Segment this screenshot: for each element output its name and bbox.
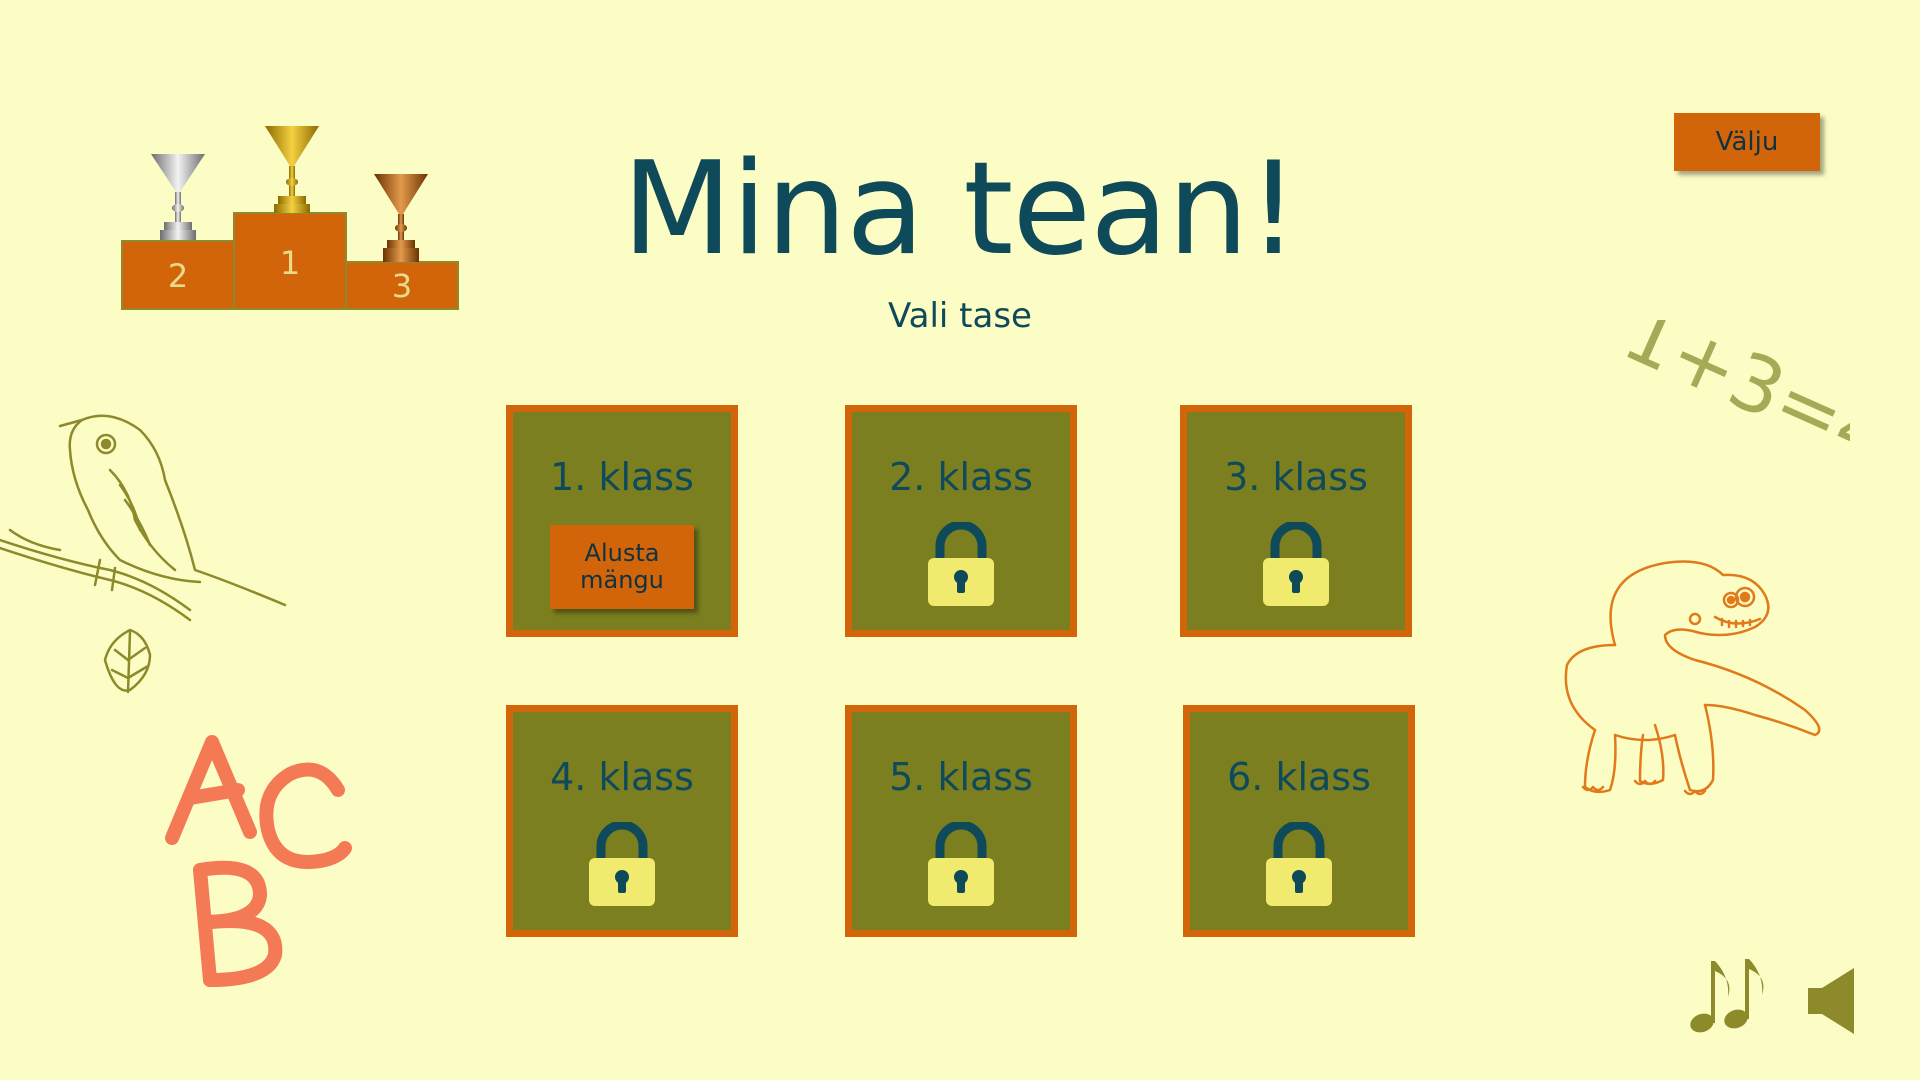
level-card-1[interactable]: 1. klass Alusta mängu — [506, 405, 738, 637]
music-note-icon[interactable] — [1688, 955, 1764, 1037]
start-game-button[interactable]: Alusta mängu — [550, 525, 694, 609]
level-card-2[interactable]: 2. klass — [845, 405, 1077, 637]
level-card-4[interactable]: 4. klass — [506, 705, 738, 937]
level-label: 4. klass — [550, 755, 694, 799]
svg-text:1+3=4: 1+3=4 — [1611, 320, 1850, 484]
lock-icon — [589, 822, 655, 906]
page-title: Mina tean! — [621, 135, 1299, 284]
bird-illustration-icon — [0, 414, 287, 694]
lock-icon — [928, 522, 994, 606]
lock-icon — [1263, 522, 1329, 606]
level-label: 2. klass — [889, 455, 1033, 499]
level-label: 6. klass — [1227, 755, 1371, 799]
lock-icon — [1266, 822, 1332, 906]
level-label: 1. klass — [550, 455, 694, 499]
level-card-6[interactable]: 6. klass — [1183, 705, 1415, 937]
level-label: 5. klass — [889, 755, 1033, 799]
lock-icon — [928, 822, 994, 906]
abc-letters-icon — [165, 735, 352, 987]
level-card-3[interactable]: 3. klass — [1180, 405, 1412, 637]
speaker-icon[interactable] — [1806, 966, 1858, 1036]
equation-decoration: 1+3=4 — [1611, 320, 1850, 484]
level-card-5[interactable]: 5. klass — [845, 705, 1077, 937]
level-label: 3. klass — [1224, 455, 1368, 499]
dinosaur-illustration-icon — [1564, 560, 1821, 796]
exit-button[interactable]: Välju — [1674, 113, 1820, 171]
